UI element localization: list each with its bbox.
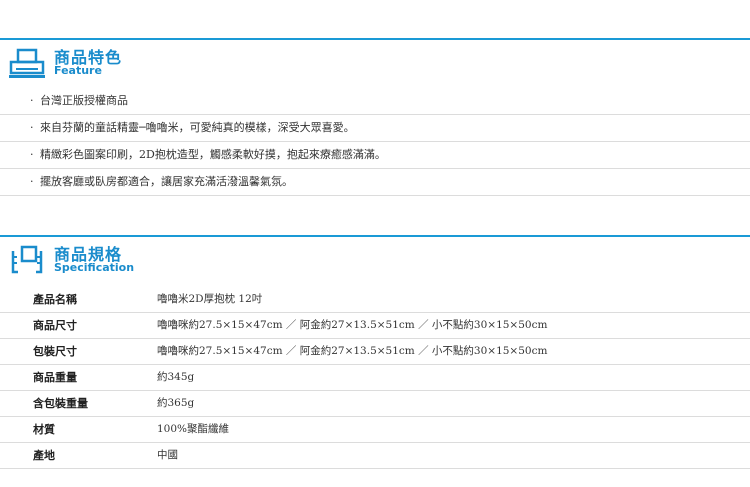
feature-item: · 擺放客廳或臥房都適合，讓居家充滿活潑溫馨氣氛。: [0, 169, 750, 196]
feature-list: · 台灣正版授權商品 · 來自芬蘭的童話精靈─嚕嚕米，可愛純真的模樣，深受大眾喜愛。…: [0, 88, 750, 196]
spec-key: 包裝尺寸: [33, 345, 77, 358]
feature-item: · 精緻彩色圖案印刷，2D抱枕造型，觸感柔軟好摸，抱起來療癒感滿滿。: [0, 142, 750, 169]
feature-item: · 來自芬蘭的童話精靈─嚕嚕米，可愛純真的模樣，深受大眾喜愛。: [0, 115, 750, 142]
spec-row: 產地 中國: [0, 443, 750, 469]
spec-key: 商品尺寸: [33, 319, 77, 332]
feature-item-text: 擺放客廳或臥房都適合，讓居家充滿活潑溫馨氣氛。: [40, 175, 293, 188]
specification-table: 產品名稱 嚕嚕米2D厚抱枕 12吋 商品尺寸 嚕嚕咪約27.5×15×47cm …: [0, 287, 750, 469]
spec-value: 嚕嚕咪約27.5×15×47cm ／ 阿金約27×13.5×51cm ／ 小不點…: [157, 345, 548, 357]
spec-row: 商品尺寸 嚕嚕咪約27.5×15×47cm ／ 阿金約27×13.5×51cm …: [0, 313, 750, 339]
spec-key: 產地: [33, 449, 55, 462]
spec-key: 材質: [33, 423, 55, 436]
feature-item-text: 台灣正版授權商品: [40, 94, 128, 107]
feature-item-text: 來自芬蘭的童話精靈─嚕嚕米，可愛純真的模樣，深受大眾喜愛。: [40, 121, 355, 134]
specification-subtitle: Specification: [54, 261, 135, 274]
spec-value: 約365g: [157, 397, 195, 409]
feature-item: · 台灣正版授權商品: [0, 88, 750, 115]
spec-row: 材質 100%聚酯纖維: [0, 417, 750, 443]
spec-key: 產品名稱: [33, 293, 77, 306]
feature-header-rule: [0, 38, 750, 40]
spec-value: 100%聚酯纖維: [157, 423, 230, 435]
spec-key: 含包裝重量: [33, 397, 88, 410]
feature-item-text: 精緻彩色圖案印刷，2D抱枕造型，觸感柔軟好摸，抱起來療癒感滿滿。: [40, 148, 386, 161]
spec-row: 產品名稱 嚕嚕米2D厚抱枕 12吋: [0, 287, 750, 313]
spec-value: 中國: [157, 449, 178, 461]
specification-header-rule: [0, 235, 750, 237]
spec-row: 包裝尺寸 嚕嚕咪約27.5×15×47cm ／ 阿金約27×13.5×51cm …: [0, 339, 750, 365]
spec-row: 商品重量 約345g: [0, 365, 750, 391]
ruler-frame-icon: [11, 245, 43, 274]
feature-subtitle: Feature: [54, 64, 102, 77]
spec-key: 商品重量: [33, 371, 77, 384]
feature-header: 商品特色 Feature: [0, 38, 750, 80]
spec-value: 嚕嚕米2D厚抱枕 12吋: [157, 293, 263, 305]
spec-value: 嚕嚕咪約27.5×15×47cm ／ 阿金約27×13.5×51cm ／ 小不點…: [157, 319, 548, 331]
printer-icon: [9, 48, 45, 78]
spec-value: 約345g: [157, 371, 195, 383]
spec-row: 含包裝重量 約365g: [0, 391, 750, 417]
specification-header: 商品規格 Specification: [0, 235, 750, 277]
